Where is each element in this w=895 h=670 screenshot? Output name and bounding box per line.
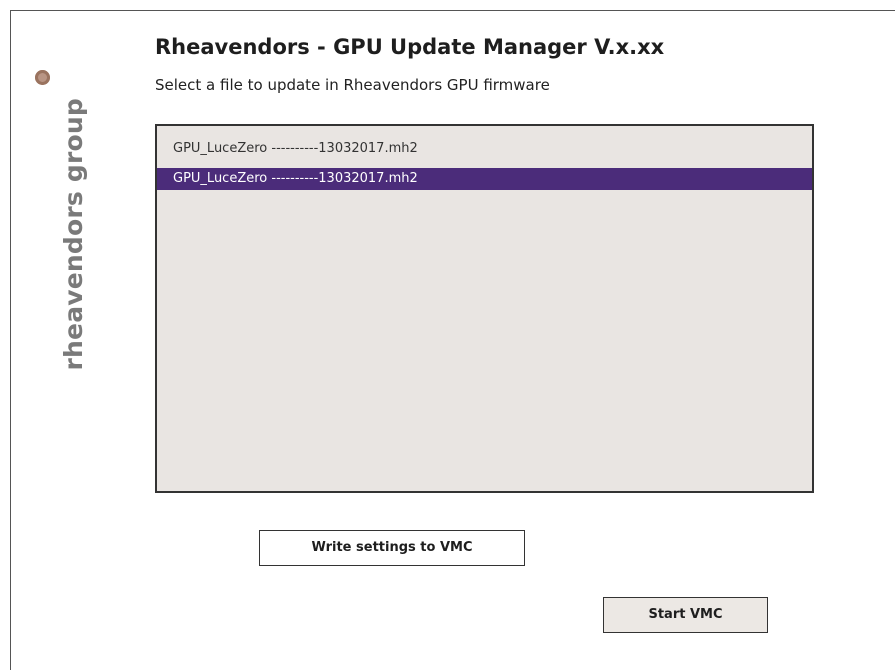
write-settings-button[interactable]: Write settings to VMC xyxy=(259,530,525,566)
brand-name: rheavendors group xyxy=(59,98,88,371)
file-list-item-selected[interactable]: GPU_LuceZero ----------13032017.mh2 xyxy=(157,168,812,190)
start-vmc-button[interactable]: Start VMC xyxy=(603,597,768,633)
page-subtitle: Select a file to update in Rheavendors G… xyxy=(155,76,550,94)
page-title: Rheavendors - GPU Update Manager V.x.xx xyxy=(155,35,665,59)
file-list-item[interactable]: GPU_LuceZero ----------13032017.mh2 xyxy=(157,138,812,160)
brand-logo: rheavendors group xyxy=(25,70,88,390)
file-list[interactable]: GPU_LuceZero ----------13032017.mh2 GPU_… xyxy=(155,124,814,493)
brand-dot-icon xyxy=(35,70,50,85)
